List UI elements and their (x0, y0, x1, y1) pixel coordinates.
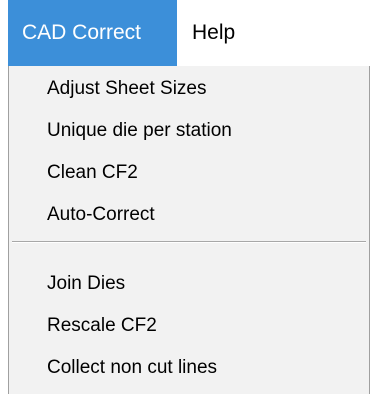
menu-item-collect-non-cut-lines[interactable]: Collect non cut lines (9, 347, 369, 389)
menu-item-clean-cf2[interactable]: Clean CF2 (9, 152, 369, 194)
menu-cad-correct[interactable]: CAD Correct (8, 0, 177, 66)
cad-correct-dropdown: Adjust Sheet Sizes Unique die per statio… (8, 66, 370, 394)
menu-item-rescale-cf2[interactable]: Rescale CF2 (9, 305, 369, 347)
menu-item-adjust-sheet-sizes[interactable]: Adjust Sheet Sizes (9, 68, 369, 110)
menu-bar: CAD Correct Help (0, 0, 378, 66)
menu-item-unique-die-per-station[interactable]: Unique die per station (9, 110, 369, 152)
menu-item-auto-correct[interactable]: Auto-Correct (9, 194, 369, 236)
menu-item-join-dies[interactable]: Join Dies (9, 263, 369, 305)
menu-separator (12, 241, 366, 243)
menu-help[interactable]: Help (177, 0, 277, 66)
